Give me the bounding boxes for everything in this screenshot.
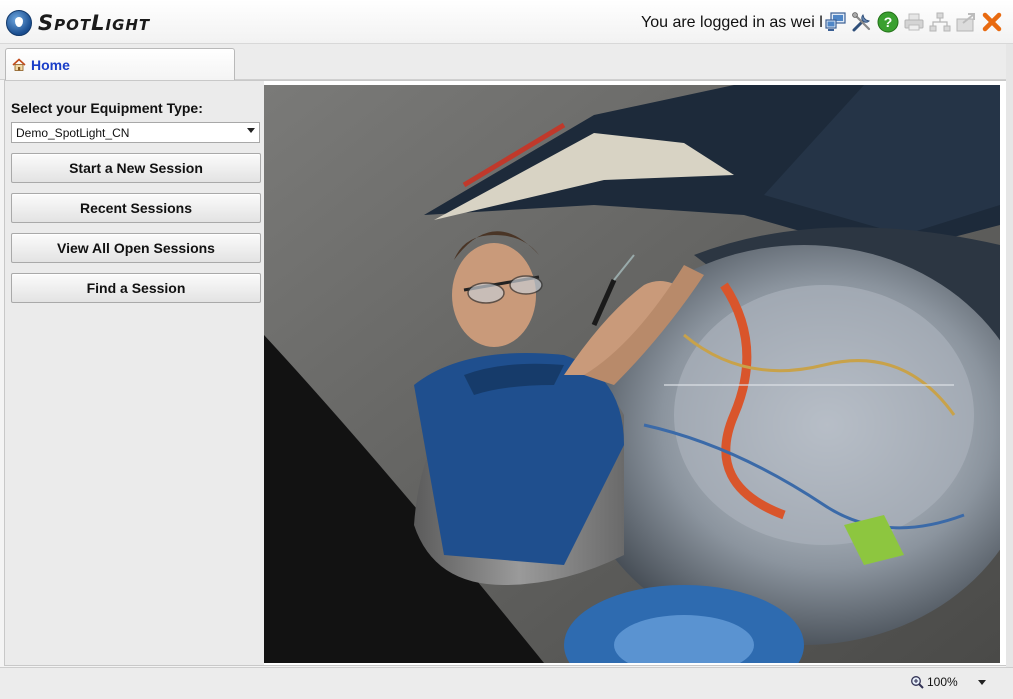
chevron-down-icon[interactable] [977, 679, 986, 685]
status-bar: 100% [0, 667, 1013, 699]
zoom-icon [911, 676, 924, 689]
tab-bar: Home [0, 44, 1013, 80]
equipment-type-label: Select your Equipment Type: [11, 100, 203, 116]
svg-text:?: ? [883, 14, 892, 30]
print-icon[interactable] [902, 10, 925, 33]
equipment-type-select[interactable]: Demo_SpotLight_CN [11, 122, 260, 143]
logo-icon [6, 10, 32, 36]
logo-text: SpotLight [38, 11, 151, 35]
tab-home[interactable]: Home [5, 48, 235, 80]
login-status: You are logged in as wei li [641, 14, 823, 31]
spotlight-window: SpotLight You are logged in as wei li ? … [0, 0, 1013, 699]
chevron-down-icon [247, 128, 255, 133]
view-all-open-sessions-button[interactable]: View All Open Sessions [11, 233, 261, 263]
equipment-type-value: Demo_SpotLight_CN [16, 125, 130, 140]
computer-network-icon[interactable] [824, 10, 847, 33]
app-header: SpotLight You are logged in as wei li ? [0, 0, 1013, 44]
hero-photo [264, 85, 1000, 663]
window-right-edge [1006, 44, 1013, 667]
find-session-button[interactable]: Find a Session [11, 273, 261, 303]
tools-icon[interactable] [850, 10, 873, 33]
header-toolbar: ? [824, 10, 1003, 33]
help-icon[interactable]: ? [876, 10, 899, 33]
close-icon[interactable] [980, 10, 1003, 33]
recent-sessions-button[interactable]: Recent Sessions [11, 193, 261, 223]
start-new-session-button[interactable]: Start a New Session [11, 153, 261, 183]
export-icon[interactable] [954, 10, 977, 33]
main-panel: Select your Equipment Type: Demo_SpotLig… [4, 80, 1007, 666]
zoom-control[interactable]: 100% [910, 675, 986, 689]
spotlight-logo: SpotLight [6, 9, 150, 37]
sidebar: Select your Equipment Type: Demo_SpotLig… [5, 81, 264, 665]
zoom-level: 100% [927, 675, 958, 689]
hierarchy-icon[interactable] [928, 10, 951, 33]
tab-home-label: Home [31, 56, 70, 73]
home-icon [12, 57, 26, 71]
